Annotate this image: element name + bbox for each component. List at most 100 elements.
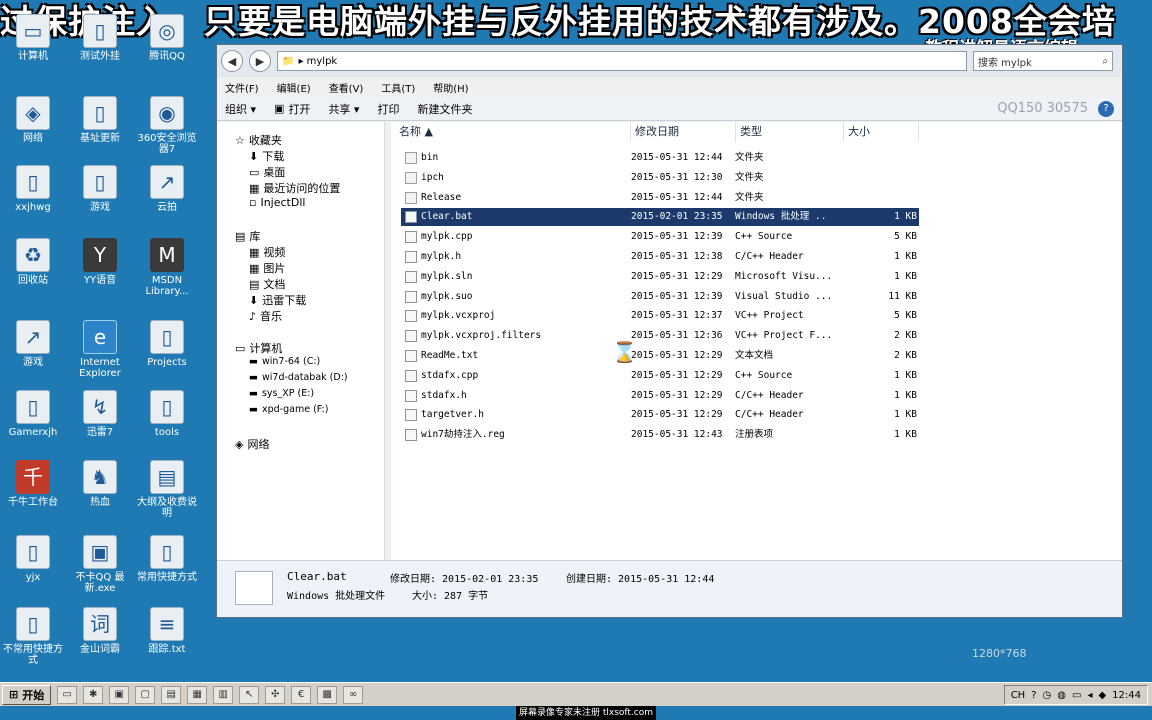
nav-favorites[interactable]: ☆ 收藏夹 bbox=[235, 132, 282, 148]
help-icon[interactable]: ? bbox=[1098, 101, 1114, 117]
nav-drive-d[interactable]: ▬ wi7d-databak (D:) bbox=[249, 372, 348, 383]
desktop-icon-item[interactable]: ↗ 云拍 bbox=[135, 165, 199, 213]
desktop-icon-item[interactable]: ▯ 游戏 bbox=[68, 165, 132, 213]
file-row[interactable]: stdafx.cpp 2015-05-31 12:29 C++ Source 1 KB bbox=[401, 367, 919, 385]
desktop-icon-item[interactable]: ↯ 迅雷7 bbox=[68, 390, 132, 438]
nav-injectdll[interactable]: ▫ InjectDll bbox=[249, 196, 305, 209]
file-row[interactable]: bin 2015-05-31 12:44 文件夹 bbox=[401, 149, 919, 167]
desktop-icon-item[interactable]: ▯ Projects bbox=[135, 320, 199, 368]
nav-music[interactable]: ♪ 音乐 bbox=[249, 308, 282, 324]
file-row[interactable]: mylpk.suo 2015-05-31 12:39 Visual Studio .… bbox=[401, 288, 919, 306]
desktop-icon-item[interactable]: ▯ xxjhwg bbox=[1, 165, 65, 213]
show-desktop-icon[interactable]: ▭ bbox=[57, 685, 78, 704]
tiles-icon[interactable]: ▩ bbox=[317, 685, 338, 704]
desktop-icon-item[interactable]: ≡ 跟踪.txt bbox=[135, 607, 199, 655]
desktop-icon-item[interactable]: e Internet Explorer bbox=[68, 320, 132, 379]
nav-downloads[interactable]: ⬇ 下载 bbox=[249, 148, 284, 164]
new-folder-button[interactable]: 新建文件夹 bbox=[417, 101, 472, 117]
nav-recent[interactable]: ▦ 最近访问的位置 bbox=[249, 180, 340, 196]
desktop-icon-item[interactable]: 千千牛工作台 bbox=[1, 460, 65, 508]
e-icon[interactable]: € bbox=[291, 685, 312, 704]
file-row[interactable]: mylpk.cpp 2015-05-31 12:39 C++ Source 5 KB bbox=[401, 228, 919, 246]
file-row[interactable]: mylpk.sln 2015-05-31 12:29 Microsoft Visu.… bbox=[401, 268, 919, 286]
shield-icon[interactable]: ◍ bbox=[1057, 690, 1066, 701]
column-size[interactable]: 大小 bbox=[844, 122, 919, 142]
desktop-icon-item[interactable]: ▤ 大纲及收费说明 bbox=[135, 460, 199, 519]
menu-help[interactable]: 帮助(H) bbox=[433, 80, 468, 95]
clock[interactable]: 12:44 bbox=[1112, 690, 1141, 701]
column-name[interactable]: 名称 ▲ bbox=[395, 122, 631, 142]
column-type[interactable]: 类型 bbox=[736, 122, 844, 142]
desktop-icon-item[interactable]: ♞ 热血 bbox=[68, 460, 132, 508]
menu-file[interactable]: 文件(F) bbox=[225, 80, 259, 95]
nav-network[interactable]: ◈ 网络 bbox=[235, 436, 269, 452]
back-button[interactable]: ◀ bbox=[221, 50, 243, 72]
search-input[interactable]: 搜索 mylpk ⌕ bbox=[973, 51, 1113, 71]
battery-icon[interactable]: ▭ bbox=[1072, 690, 1081, 701]
desktop-icon-item[interactable]: ▭ 计算机 bbox=[1, 14, 65, 62]
start-button[interactable]: ⊞ 开始 bbox=[2, 684, 52, 705]
desktop-icon-item[interactable]: ◉ 360安全浏览器7 bbox=[135, 96, 199, 155]
clock-icon[interactable]: ◷ bbox=[1043, 690, 1052, 701]
print-button[interactable]: 打印 bbox=[377, 101, 399, 117]
nav-thunder-downloads[interactable]: ⬇ 迅雷下载 bbox=[249, 292, 306, 308]
nav-desktop[interactable]: ▭ 桌面 bbox=[249, 164, 285, 180]
nav-videos[interactable]: ▦ 视频 bbox=[249, 244, 285, 260]
menu-tools[interactable]: 工具(T) bbox=[381, 80, 415, 95]
desktop-icon-item[interactable]: ▯ 常用快捷方式 bbox=[135, 535, 199, 583]
nav-drive-f[interactable]: ▬ xpd-game (F:) bbox=[249, 404, 328, 415]
pointer-icon[interactable]: ↖ bbox=[239, 685, 260, 704]
network-icon[interactable]: ◆ bbox=[1098, 690, 1106, 701]
nav-pictures[interactable]: ▦ 图片 bbox=[249, 260, 285, 276]
desktop-icon-item[interactable]: ▯ tools bbox=[135, 390, 199, 438]
file-row[interactable]: Clear.bat 2015-02-01 23:35 Windows 批处理 .. 1… bbox=[401, 208, 919, 227]
desktop-icon-item[interactable]: ▯ 测试外挂 bbox=[68, 14, 132, 62]
chart-icon[interactable]: ▥ bbox=[213, 685, 234, 704]
desktop-icon-item[interactable]: ▯ 不常用快捷方式 bbox=[1, 607, 65, 666]
file-row[interactable]: ipch 2015-05-31 12:30 文件夹 bbox=[401, 169, 919, 187]
desktop-icon-item[interactable]: ▯ yjx bbox=[1, 535, 65, 583]
menu-view[interactable]: 查看(V) bbox=[329, 80, 364, 95]
desktop-icon-item[interactable]: ▯ Gamerxjh bbox=[1, 390, 65, 438]
window-icon[interactable]: ▢ bbox=[135, 685, 156, 704]
nav-computer[interactable]: ▭ 计算机 bbox=[235, 340, 282, 356]
desktop-icon-item[interactable]: ↗ 游戏 bbox=[1, 320, 65, 368]
folder-icon[interactable]: ▣ bbox=[109, 685, 130, 704]
forward-button[interactable]: ▶ bbox=[249, 50, 271, 72]
desktop-icon-item[interactable]: ◈ 网络 bbox=[1, 96, 65, 144]
settings-icon[interactable]: ✱ bbox=[83, 685, 104, 704]
file-row[interactable]: win7劫持注入.reg 2015-05-31 12:43 注册表项 1 KB bbox=[401, 426, 919, 444]
language-indicator[interactable]: CH bbox=[1011, 690, 1026, 701]
share-button[interactable]: 共享 ▾ bbox=[328, 101, 359, 117]
desktop-icon-item[interactable]: ♻ 回收站 bbox=[1, 238, 65, 286]
file-row[interactable]: mylpk.vcxproj.filters 2015-05-31 12:36 VC+… bbox=[401, 327, 919, 345]
file-row[interactable]: ReadMe.txt 2015-05-31 12:29 文本文档 2 KB bbox=[401, 347, 919, 365]
nav-library[interactable]: ▤ 库 bbox=[235, 228, 260, 244]
speaker-icon[interactable]: ◂ bbox=[1087, 690, 1092, 701]
nav-drive-c[interactable]: ▬ win7-64 (C:) bbox=[249, 356, 320, 367]
file-row[interactable]: Release 2015-05-31 12:44 文件夹 bbox=[401, 189, 919, 207]
file-row[interactable]: mylpk.vcxproj 2015-05-31 12:37 VC++ Projec… bbox=[401, 307, 919, 325]
file-name: mylpk.suo bbox=[421, 290, 473, 302]
help-icon[interactable]: ? bbox=[1031, 690, 1036, 701]
menu-edit[interactable]: 编辑(E) bbox=[277, 80, 311, 95]
nav-documents[interactable]: ▤ 文档 bbox=[249, 276, 285, 292]
file-row[interactable]: mylpk.h 2015-05-31 12:38 C/C++ Header 1 KB bbox=[401, 248, 919, 266]
desktop-icon-item[interactable]: ▯ 基址更新 bbox=[68, 96, 132, 144]
desktop-icon-item[interactable]: Y YY语音 bbox=[68, 238, 132, 286]
nav-drive-e[interactable]: ▬ sys_XP (E:) bbox=[249, 388, 314, 399]
picture-icon[interactable]: ▦ bbox=[187, 685, 208, 704]
file-row[interactable]: targetver.h 2015-05-31 12:29 C/C++ Header 1… bbox=[401, 406, 919, 424]
desktop-icon-item[interactable]: ▣ 不卡QQ 最新.exe bbox=[68, 535, 132, 594]
desktop-icon-item[interactable]: M MSDN Library... bbox=[135, 238, 199, 297]
open-button[interactable]: ▣ 打开 bbox=[274, 101, 310, 117]
column-date[interactable]: 修改日期 bbox=[631, 122, 736, 142]
monitor-icon[interactable]: ▤ bbox=[161, 685, 182, 704]
desktop-icon-item[interactable]: 词金山词霸 bbox=[68, 607, 132, 655]
address-bar[interactable]: 📁 ▸ mylpk bbox=[277, 51, 967, 71]
organize-button[interactable]: 组织 ▾ bbox=[225, 101, 256, 117]
desktop-icon-item[interactable]: ◎ 腾讯QQ bbox=[135, 14, 199, 62]
infinity-icon[interactable]: ∞ bbox=[343, 685, 364, 704]
file-row[interactable]: stdafx.h 2015-05-31 12:29 C/C++ Header 1 KB bbox=[401, 387, 919, 405]
puzzle-icon[interactable]: ✣ bbox=[265, 685, 286, 704]
